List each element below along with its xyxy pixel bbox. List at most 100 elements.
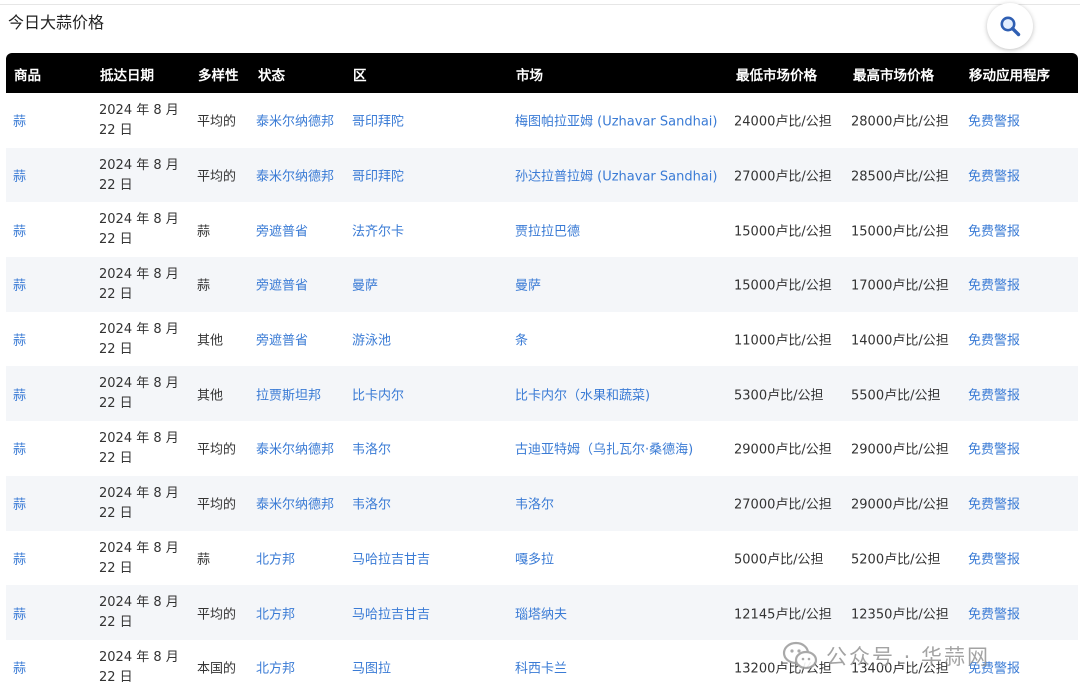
- cell-market[interactable]: 韦洛尔: [515, 494, 554, 513]
- cell-state[interactable]: 北方邦: [256, 548, 295, 567]
- cell-state[interactable]: 泰米尔纳德邦: [256, 494, 334, 513]
- date-line-2: 22 日: [99, 669, 133, 685]
- cell-district[interactable]: 马图拉: [352, 658, 391, 677]
- cell-arrival-date: 2024 年 8 月 22 日: [99, 210, 184, 250]
- table-row: 蒜 2024 年 8 月 22 日 平均的 北方邦 马哈拉吉甘吉 瑙塔纳夫 12145卢比/公…: [6, 585, 1078, 640]
- cell-min-price: 12145卢比/公担: [734, 607, 832, 623]
- table-body: 蒜 2024 年 8 月 22 日平均的 泰米尔纳德邦 哥印拜陀 梅图帕拉亚姆 (Uzha…: [6, 93, 1078, 695]
- header-district[interactable]: 区: [353, 64, 367, 84]
- cell-free-alert[interactable]: 免费警报: [968, 330, 1020, 349]
- cell-arrival-date: 2024 年 8 月 22 日: [99, 320, 184, 360]
- date-line-2: 22 日: [99, 560, 133, 576]
- cell-state[interactable]: 泰米尔纳德邦: [256, 166, 334, 185]
- cell-state[interactable]: 拉贾斯坦邦: [256, 384, 321, 403]
- header-mobile-app[interactable]: 移动应用程序: [969, 64, 1050, 84]
- cell-min-price: 24000卢比/公担: [734, 114, 832, 130]
- cell-commodity[interactable]: 蒜: [13, 494, 26, 513]
- cell-commodity[interactable]: 蒜: [13, 548, 26, 567]
- cell-state[interactable]: 旁遮普省: [256, 275, 308, 294]
- header-arrival-date[interactable]: 抵达日期: [100, 64, 154, 84]
- cell-commodity[interactable]: 蒜: [13, 330, 26, 349]
- cell-market[interactable]: 条: [515, 330, 528, 349]
- cell-district[interactable]: 马哈拉吉甘吉: [352, 548, 430, 567]
- cell-district[interactable]: 哥印拜陀: [352, 111, 404, 130]
- cell-free-alert[interactable]: 免费警报: [968, 166, 1020, 185]
- cell-arrival-date: 2024 年 8 月 22 日: [99, 648, 184, 688]
- cell-free-alert[interactable]: 免费警报: [968, 494, 1020, 513]
- cell-district[interactable]: 马哈拉吉甘吉: [352, 603, 430, 622]
- cell-commodity[interactable]: 蒜: [13, 439, 26, 458]
- table-row: 蒜 2024 年 8 月 22 日 平均的 泰米尔纳德邦 哥印拜陀 梅图帕拉亚姆 (Uzha…: [6, 93, 1078, 148]
- cell-district[interactable]: 韦洛尔: [352, 439, 391, 458]
- cell-market[interactable]: 古迪亚特姆（乌扎瓦尔·桑德海): [515, 439, 693, 458]
- cell-free-alert[interactable]: 免费警报: [968, 111, 1020, 130]
- cell-state[interactable]: 泰米尔纳德邦: [256, 439, 334, 458]
- cell-free-alert[interactable]: 免费警报: [968, 439, 1020, 458]
- cell-free-alert[interactable]: 免费警报: [968, 275, 1020, 294]
- cell-market[interactable]: 曼萨: [515, 275, 541, 294]
- cell-district[interactable]: 曼萨: [352, 275, 378, 294]
- header-max-price[interactable]: 最高市场价格: [853, 64, 934, 84]
- cell-min-price: 27000卢比/公担: [734, 169, 832, 185]
- date-line-1: 2024 年 8 月: [99, 485, 179, 501]
- search-button[interactable]: [987, 3, 1033, 49]
- cell-state[interactable]: 旁遮普省: [256, 330, 308, 349]
- cell-variety: 平均的: [197, 497, 237, 513]
- cell-district[interactable]: 韦洛尔: [352, 494, 391, 513]
- date-line-1: 2024 年 8 月: [99, 267, 179, 283]
- cell-free-alert[interactable]: 免费警报: [968, 220, 1020, 239]
- cell-max-price: 28000卢比/公担: [851, 114, 949, 130]
- date-line-2: 22 日: [99, 177, 133, 193]
- cell-min-price: 5000卢比/公担: [734, 552, 824, 568]
- cell-min-price: 27000卢比/公担: [734, 497, 832, 513]
- date-line-2: 22 日: [99, 615, 133, 631]
- cell-arrival-date: 2024 年 8 月 22 日: [99, 156, 184, 196]
- cell-state[interactable]: 旁遮普省: [256, 220, 308, 239]
- cell-variety: 蒜: [197, 278, 211, 294]
- date-line-2: 22 日: [99, 396, 133, 412]
- cell-commodity[interactable]: 蒜: [13, 111, 26, 130]
- cell-market[interactable]: 瑙塔纳夫: [515, 603, 567, 622]
- header-variety[interactable]: 多样性: [198, 64, 239, 84]
- cell-variety: 平均的: [197, 442, 237, 458]
- header-min-price[interactable]: 最低市场价格: [736, 64, 817, 84]
- cell-min-price: 5300卢比/公担: [734, 388, 824, 404]
- cell-district[interactable]: 比卡内尔: [352, 384, 404, 403]
- cell-market[interactable]: 嘎多拉: [515, 548, 554, 567]
- cell-variety: 平均的: [197, 607, 237, 623]
- header-market[interactable]: 市场: [516, 64, 543, 84]
- header-commodity[interactable]: 商品: [14, 64, 41, 84]
- cell-district[interactable]: 游泳池: [352, 330, 391, 349]
- date-line-1: 2024 年 8 月: [99, 376, 179, 392]
- cell-district[interactable]: 法齐尔卡: [352, 220, 404, 239]
- cell-state[interactable]: 北方邦: [256, 658, 295, 677]
- header-state[interactable]: 状态: [258, 64, 285, 84]
- date-line-1: 2024 年 8 月: [99, 649, 179, 665]
- top-divider: [0, 4, 1080, 5]
- cell-state[interactable]: 泰米尔纳德邦: [256, 111, 334, 130]
- cell-market[interactable]: 科西卡兰: [515, 658, 567, 677]
- cell-market[interactable]: 梅图帕拉亚姆 (Uzhavar Sandhai): [515, 111, 717, 130]
- search-icon: [1000, 16, 1021, 37]
- cell-commodity[interactable]: 蒜: [13, 658, 26, 677]
- cell-free-alert[interactable]: 免费警报: [968, 548, 1020, 567]
- cell-market[interactable]: 孙达拉普拉姆 (Uzhavar Sandhai): [515, 166, 717, 185]
- table-row: 蒜 2024 年 8 月 22 日平均的 泰米尔纳德邦 韦洛尔 韦洛尔 27000卢比/公担…: [6, 475, 1078, 531]
- cell-commodity[interactable]: 蒜: [13, 220, 26, 239]
- cell-max-price: 5500卢比/公担: [851, 388, 941, 404]
- cell-free-alert[interactable]: 免费警报: [968, 603, 1020, 622]
- wechat-icon: [782, 641, 818, 670]
- cell-commodity[interactable]: 蒜: [13, 603, 26, 622]
- cell-market[interactable]: 比卡内尔（水果和蔬菜): [515, 384, 650, 403]
- cell-state[interactable]: 北方邦: [256, 603, 295, 622]
- cell-variety: 其他: [197, 333, 224, 349]
- cell-commodity[interactable]: 蒜: [13, 275, 26, 294]
- date-line-2: 22 日: [99, 287, 133, 303]
- cell-arrival-date: 2024 年 8 月 22 日: [99, 539, 184, 579]
- cell-free-alert[interactable]: 免费警报: [968, 384, 1020, 403]
- cell-commodity[interactable]: 蒜: [13, 384, 26, 403]
- cell-market[interactable]: 贾拉拉巴德: [515, 220, 580, 239]
- cell-commodity[interactable]: 蒜: [13, 166, 26, 185]
- cell-variety: 平均的: [197, 114, 237, 130]
- cell-district[interactable]: 哥印拜陀: [352, 166, 404, 185]
